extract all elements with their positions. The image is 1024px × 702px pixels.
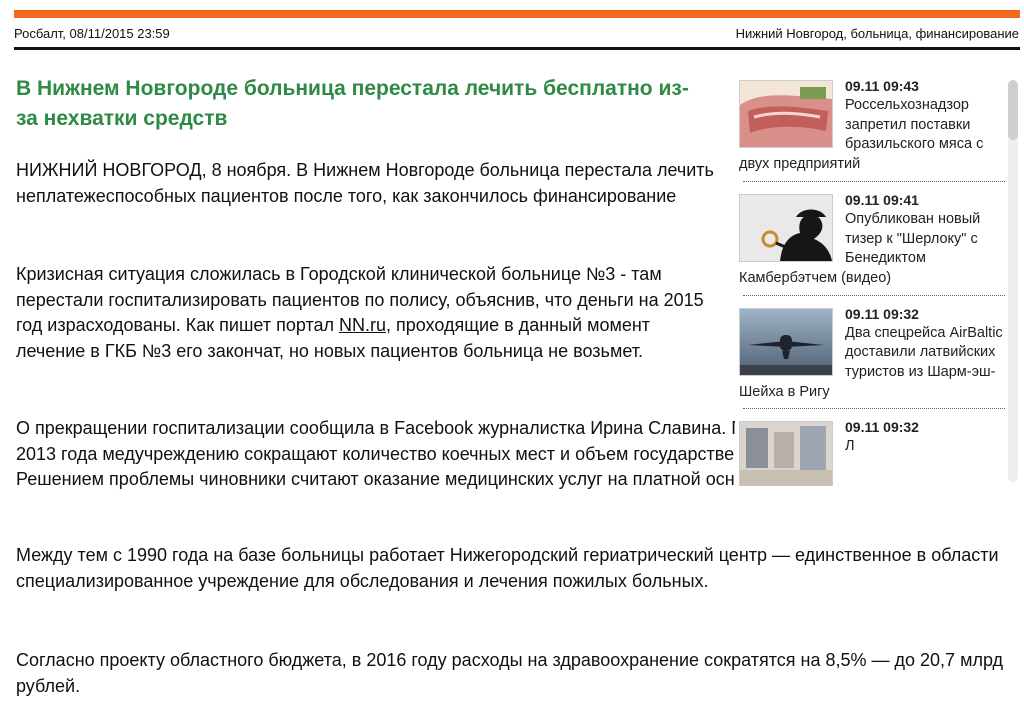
scrollbar-thumb[interactable] [1008, 80, 1018, 140]
sidebar-scrollbar[interactable] [1008, 80, 1018, 482]
news-item[interactable]: 09.11 09:41 Опубликован новый тизер к "Ш… [735, 182, 1005, 296]
article-paragraph-5: Согласно проекту областного бюджета, в 2… [16, 650, 1004, 696]
header-divider [14, 47, 1020, 50]
interior-photo-thumbnail[interactable] [739, 421, 833, 486]
article-paragraph-2: Кризисная ситуация сложилась в Городской… [16, 262, 721, 364]
article-title: В Нижнем Новгороде больница перестала ле… [16, 77, 689, 130]
airplane-photo-thumbnail[interactable] [739, 307, 833, 376]
news-item[interactable]: 09.11 09:32 Л [735, 409, 1005, 486]
news-item[interactable]: 09.11 09:43 Россельхознадзор запретил по… [735, 68, 1005, 182]
article-paragraph-4: Между тем с 1990 года на базе больницы р… [16, 545, 999, 591]
article-lead: НИЖНИЙ НОВГОРОД, 8 ноября. В Нижнем Новг… [16, 160, 714, 206]
sherlock-silhouette-thumbnail[interactable] [739, 193, 833, 262]
top-accent-bar [14, 10, 1020, 18]
article-tags[interactable]: Нижний Новгород, больница, финансировани… [736, 26, 1019, 41]
meat-photo-thumbnail[interactable] [739, 80, 833, 148]
nn-ru-link[interactable]: NN.ru [339, 315, 386, 335]
news-feed-sidebar: 09.11 09:43 Россельхознадзор запретил по… [735, 68, 1005, 486]
news-item[interactable]: 09.11 09:32 Два спецрейса AirBaltic дост… [735, 296, 1005, 410]
article-source-date: Росбалт, 08/11/2015 23:59 [14, 26, 170, 41]
